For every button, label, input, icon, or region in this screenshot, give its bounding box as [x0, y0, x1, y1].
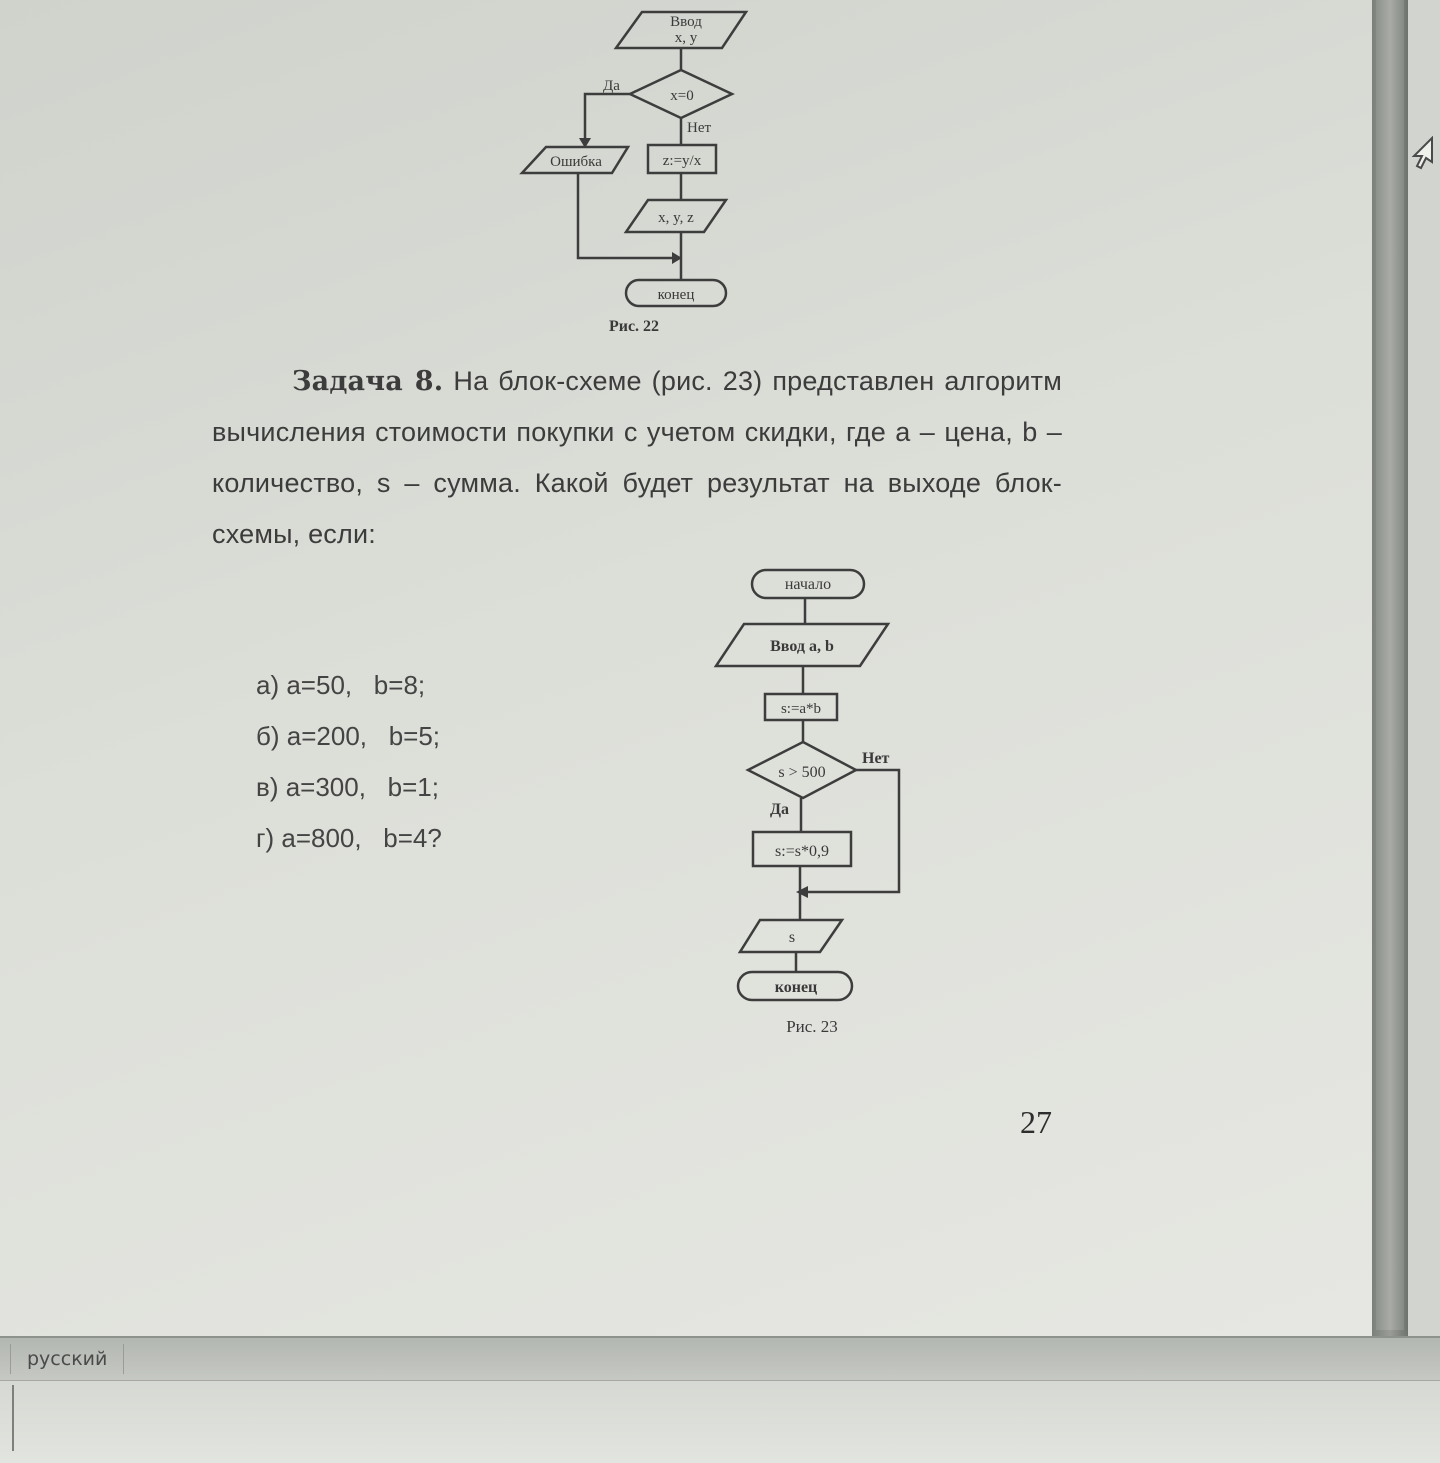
- option-c: в) a=300, b=1;: [256, 772, 439, 802]
- fig22-condition-label: x=0: [670, 88, 693, 104]
- fig22-end-label: конец: [658, 287, 695, 303]
- fig23-input-label: Ввод a, b: [770, 638, 834, 655]
- taskbar: [0, 1380, 1440, 1463]
- fig23-yes-label: Да: [770, 801, 789, 818]
- fig22-caption: Рис. 22: [609, 318, 659, 335]
- fig23-end-label: конец: [775, 979, 818, 996]
- option-b: б) a=200, b=5;: [256, 721, 441, 751]
- flowchart-fig23: начало Ввод a, b s:=a*b s > 500 Нет Да s…: [713, 568, 901, 1036]
- task-paragraph: Задача 8. На блок-схеме (рис. 23) предст…: [212, 356, 1062, 560]
- fig23-assign-label: s:=a*b: [781, 701, 821, 717]
- fig22-input-label-2: x, y: [675, 30, 698, 46]
- fig23-condition-label: s > 500: [778, 764, 825, 781]
- fig23-output-label: s: [789, 929, 795, 946]
- status-bar: русский: [0, 1336, 1440, 1380]
- fig23-caption: Рис. 23: [786, 1017, 838, 1036]
- fig22-no-label: Нет: [687, 120, 711, 136]
- fig22-assign-label: z:=y/x: [663, 153, 702, 169]
- fig22-yes-label: Да: [603, 78, 620, 94]
- document-viewport[interactable]: Ввод x, y x=0 Да Нет z:=y/x Ошибка x, y,…: [0, 0, 1440, 1336]
- language-indicator[interactable]: русский: [10, 1344, 125, 1374]
- fig22-output-label: x, y, z: [658, 210, 694, 226]
- flowchart-fig22: Ввод x, y x=0 Да Нет z:=y/x Ошибка x, y,…: [519, 10, 749, 335]
- cursor-arrow-icon: [1411, 136, 1433, 170]
- page-number: 27: [1020, 1104, 1052, 1140]
- option-a: а) a=50, b=8;: [256, 670, 426, 700]
- option-d: г) a=800, b=4?: [256, 823, 442, 853]
- fig22-error-label: Ошибка: [550, 154, 602, 170]
- scrollbar-thumb[interactable]: [1376, 0, 1404, 1330]
- fig23-no-label: Нет: [862, 750, 890, 767]
- document-page: Ввод x, y x=0 Да Нет z:=y/x Ошибка x, y,…: [0, 0, 1372, 1336]
- fig22-input-label-1: Ввод: [670, 14, 702, 30]
- right-margin: [1408, 0, 1440, 1336]
- fig23-start-label: начало: [785, 576, 831, 593]
- taskbar-edge: [0, 1385, 14, 1451]
- options-list: а) a=50, b=8; б) a=200, b=5; в) a=300, b…: [256, 660, 442, 864]
- vertical-scrollbar[interactable]: [1372, 0, 1408, 1336]
- fig23-discount-label: s:=s*0,9: [775, 843, 829, 860]
- task-label: Задача 8.: [292, 366, 444, 397]
